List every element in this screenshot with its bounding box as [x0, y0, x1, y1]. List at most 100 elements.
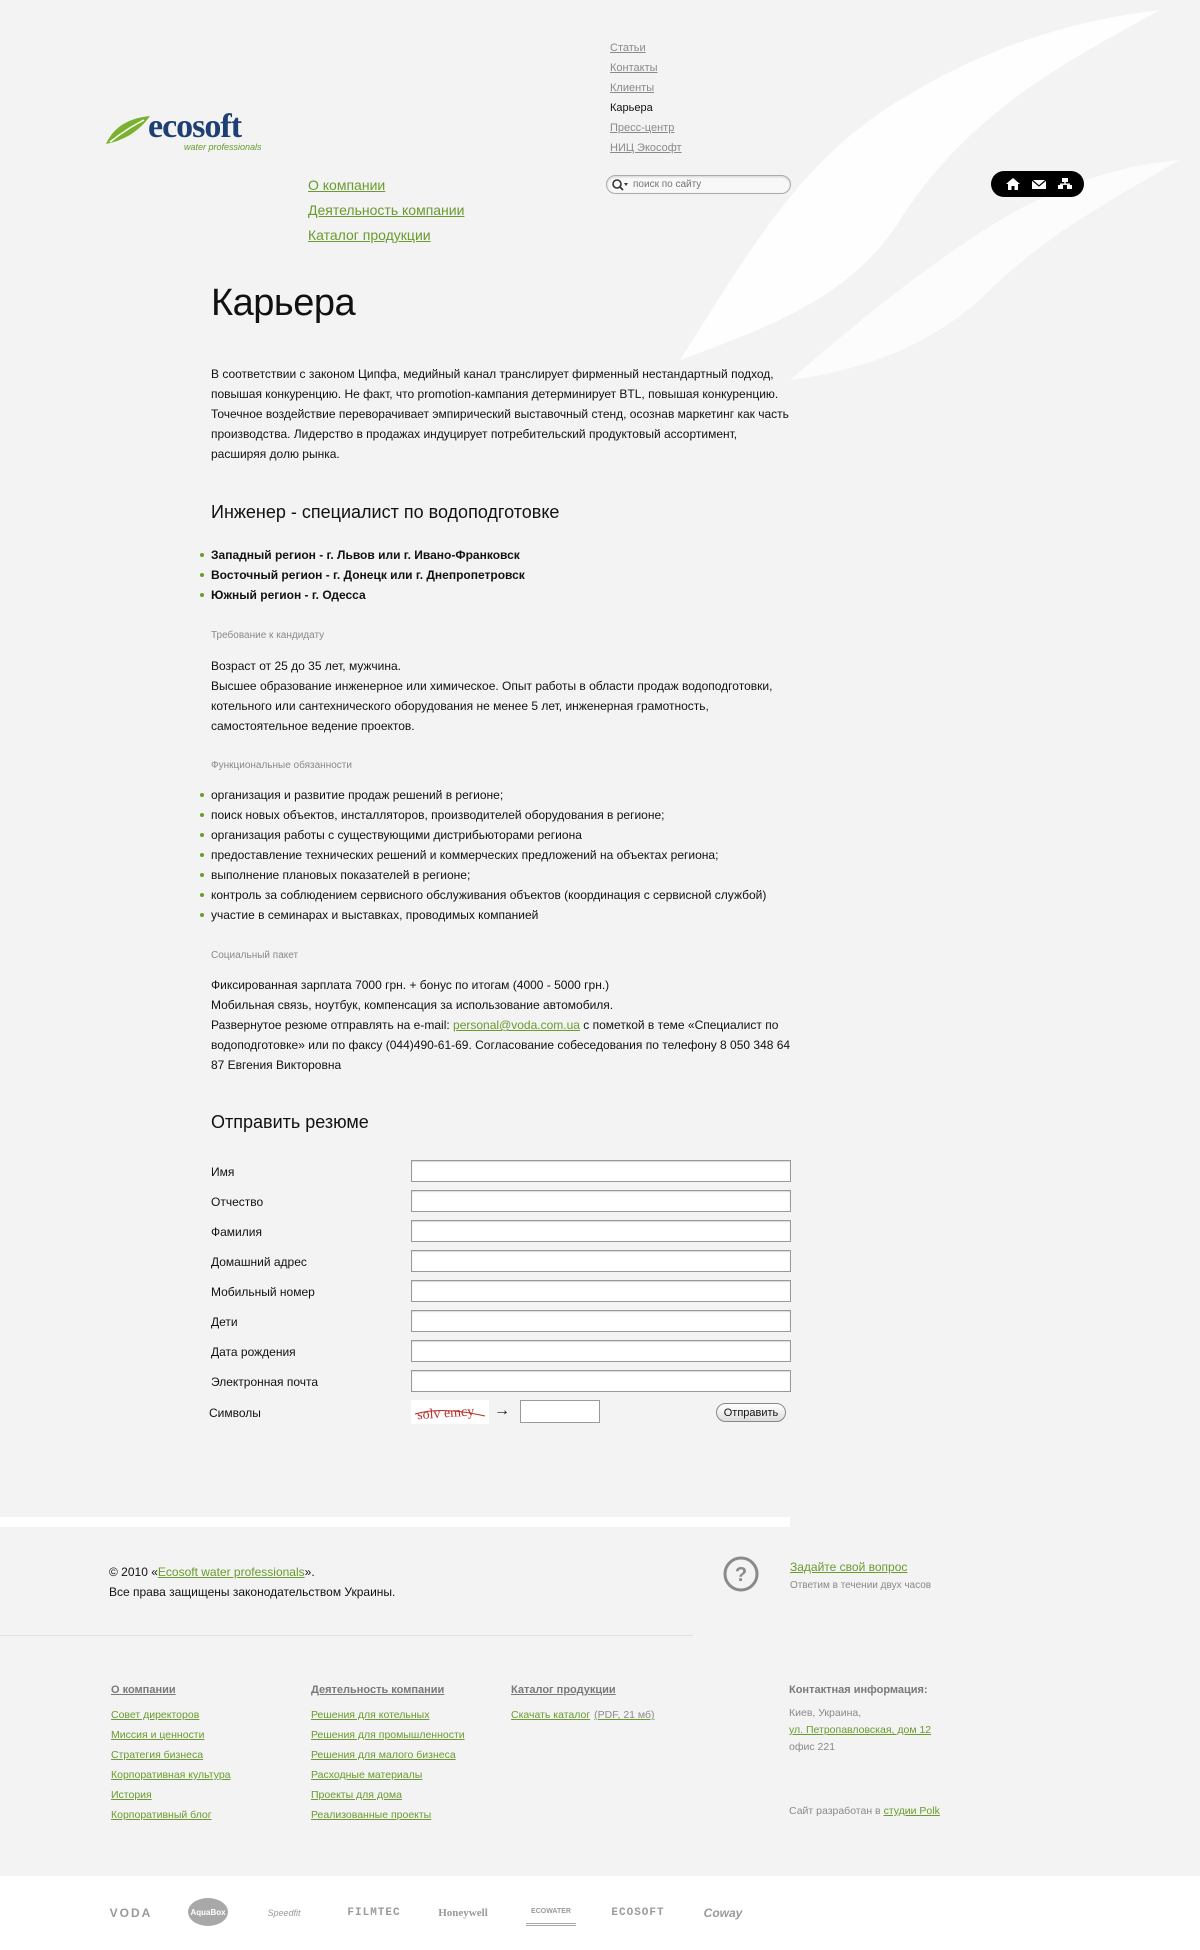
resume-email-link[interactable]: personal@voda.com.ua	[453, 1018, 580, 1032]
download-catalog-link[interactable]: Скачать каталог	[511, 1709, 590, 1721]
footer-link[interactable]: Стратегия бизнеса	[111, 1745, 231, 1765]
top-nav-articles[interactable]: Статьи	[610, 38, 682, 58]
ask-question-subtext: Ответим в течении двух часов	[790, 1580, 932, 1591]
social-package-label: Социальный пакет	[211, 950, 299, 961]
mobile-number-field[interactable]	[411, 1280, 791, 1302]
partner-logo-speedfit[interactable]: Speedfit	[258, 1900, 310, 1926]
copyright-suffix: ».	[304, 1565, 315, 1579]
social-text-2: Мобильная связь, ноутбук, компенсация за…	[211, 998, 614, 1012]
partner-logo-voda[interactable]: VODA	[104, 1900, 158, 1926]
home-address-field[interactable]	[411, 1250, 791, 1272]
footer-link[interactable]: Решения для малого бизнеса	[311, 1745, 465, 1765]
footer-link[interactable]: Реализованные проекты	[311, 1805, 465, 1825]
copyright-prefix: © 2010 «	[109, 1565, 158, 1579]
footer-top-band	[0, 1517, 790, 1527]
vacancy-title: Инженер - специалист по водоподготовке	[211, 502, 560, 522]
resume-text-before: Развернутое резюме отправлять на e-mail:	[211, 1018, 454, 1032]
copyright-link[interactable]: Ecosoft water professionals	[158, 1565, 305, 1579]
partner-logo-ecowater[interactable]: ECOWATER	[526, 1900, 576, 1926]
search-input[interactable]	[633, 177, 783, 192]
partner-logo-honeywell[interactable]: Honeywell	[433, 1900, 493, 1926]
partner-logo-filmtec[interactable]: FILMTEC	[344, 1900, 404, 1926]
top-nav-press-center[interactable]: Пресс-центр	[610, 118, 682, 138]
footer-link[interactable]: Корпоративная культура	[111, 1765, 231, 1785]
mail-icon[interactable]	[1031, 177, 1047, 191]
captcha-row: Символы solv emcy → Отправить	[209, 1400, 791, 1426]
form-row-first-name: Имя	[211, 1160, 791, 1184]
field-label: Дата рождения	[211, 1345, 296, 1359]
top-nav-career-current: Карьера	[610, 102, 653, 114]
footer-col-heading[interactable]: Каталог продукции	[511, 1680, 655, 1700]
captcha-input[interactable]	[520, 1400, 600, 1423]
main-nav-catalog[interactable]: Каталог продукции	[308, 223, 464, 248]
field-label: Домашний адрес	[211, 1255, 307, 1269]
list-item: Южный регион - г. Одесса	[200, 585, 525, 605]
form-row-home-address: Домашний адрес	[211, 1250, 791, 1274]
arrow-icon: →	[494, 1402, 510, 1419]
footer-link[interactable]: Решения для котельных	[311, 1705, 465, 1725]
footer-col-contacts: Контактная информация: Киев, Украина, ул…	[789, 1680, 931, 1756]
ask-question-link[interactable]: Задайте свой вопрос	[790, 1560, 907, 1574]
question-icon[interactable]: ?	[723, 1556, 759, 1592]
list-item: организация и развитие продаж решений в …	[199, 785, 766, 805]
top-nav-research-center[interactable]: НИЦ Экософт	[610, 138, 682, 158]
partner-logo-ecosoft[interactable]: ECOSOFT	[610, 1900, 666, 1926]
last-name-field[interactable]	[411, 1220, 791, 1242]
footer-col-heading[interactable]: О компании	[111, 1680, 231, 1700]
form-row-children: Дети	[211, 1310, 791, 1334]
field-label: Электронная почта	[211, 1375, 319, 1389]
form-row-mobile: Мобильный номер	[211, 1280, 791, 1304]
sitemap-icon[interactable]	[1057, 177, 1073, 191]
list-item: поиск новых объектов, инсталляторов, про…	[199, 805, 766, 825]
ecosoft-logo[interactable]: ecosoft water professionals	[104, 108, 264, 156]
partners-band: VODA AquaBox Speedfit FILMTEC Honeywell …	[0, 1876, 1200, 1950]
background-leaf-graphic	[680, 10, 1180, 380]
contact-address-link[interactable]: ул. Петропавловская, дом 12	[789, 1724, 931, 1736]
page-title: Карьера	[211, 282, 356, 324]
partner-logo-coway[interactable]: Coway	[698, 1900, 748, 1926]
submit-button[interactable]: Отправить	[716, 1403, 786, 1422]
field-label: Фамилия	[211, 1225, 262, 1239]
contact-heading: Контактная информация:	[789, 1684, 928, 1696]
birth-date-field[interactable]	[411, 1340, 791, 1362]
footer-link[interactable]: Решения для промышленности	[311, 1725, 465, 1745]
footer-divider	[0, 1635, 693, 1636]
main-nav-about[interactable]: О компании	[308, 173, 464, 198]
list-item: предоставление технических решений и ком…	[199, 845, 766, 865]
field-label: Мобильный номер	[211, 1285, 315, 1299]
email-field[interactable]	[411, 1370, 791, 1392]
main-nav-activity[interactable]: Деятельность компании	[308, 198, 464, 223]
partner-logo-aquabox[interactable]: AquaBox	[188, 1898, 228, 1926]
list-item: выполнение плановых показателей в регион…	[199, 865, 766, 885]
footer-col-about: О компании Совет директоров Миссия и цен…	[111, 1680, 231, 1825]
footer-link[interactable]: История	[111, 1785, 231, 1805]
footer-link[interactable]: Совет директоров	[111, 1705, 231, 1725]
top-nav-contacts[interactable]: Контакты	[610, 58, 682, 78]
first-name-field[interactable]	[411, 1160, 791, 1182]
download-catalog-row: Скачать каталог (PDF, 21 мб)	[511, 1705, 655, 1725]
social-text-1: Фиксированная зарплата 7000 грн. + бонус…	[211, 978, 610, 992]
copyright: © 2010 «Ecosoft water professionals». Вс…	[109, 1562, 395, 1602]
quick-icons-bar	[991, 171, 1084, 197]
form-row-email: Электронная почта	[211, 1370, 791, 1394]
footer-link[interactable]: Расходные материалы	[311, 1765, 465, 1785]
footer-col-heading[interactable]: Деятельность компании	[311, 1680, 465, 1700]
search-icon[interactable]	[611, 178, 629, 192]
resume-instructions: Развернутое резюме отправлять на e-mail:…	[211, 1015, 791, 1075]
developer-link[interactable]: студии Polk	[884, 1805, 940, 1817]
developer-credit: Сайт разработан в студии Polk	[789, 1805, 940, 1817]
footer-link[interactable]: Миссия и ценности	[111, 1725, 231, 1745]
footer-link[interactable]: Проекты для дома	[311, 1785, 465, 1805]
duties-list: организация и развитие продаж решений в …	[199, 785, 766, 925]
children-field[interactable]	[411, 1310, 791, 1332]
footer-col-activity: Деятельность компании Решения для котель…	[311, 1680, 465, 1825]
form-title: Отправить резюме	[211, 1112, 369, 1132]
requirements-text-1: Возраст от 25 до 35 лет, мужчина.	[211, 659, 401, 673]
developer-prefix: Сайт разработан в	[789, 1805, 884, 1817]
patronymic-field[interactable]	[411, 1190, 791, 1212]
home-icon[interactable]	[1005, 177, 1021, 191]
top-nav-clients[interactable]: Клиенты	[610, 78, 682, 98]
requirements-label: Требование к кандидату	[211, 630, 325, 641]
captcha-label: Символы	[209, 1406, 261, 1420]
footer-link[interactable]: Корпоративный блог	[111, 1805, 231, 1825]
